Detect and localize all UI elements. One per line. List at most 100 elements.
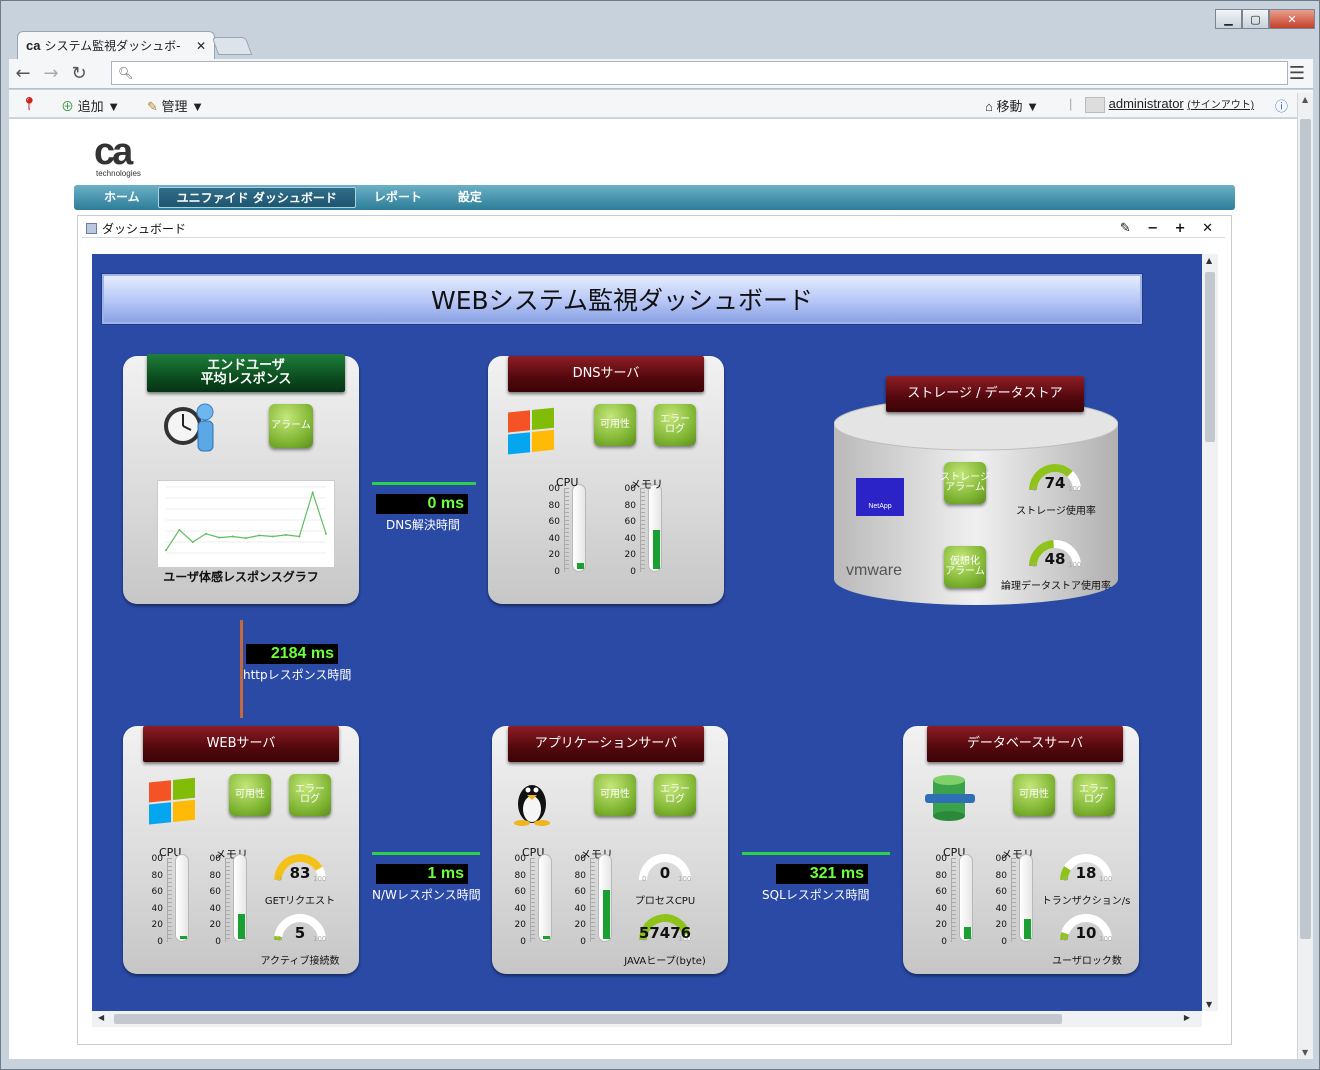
user-menu[interactable]: administrator (サインアウト) [1085, 96, 1254, 113]
close-tab-icon[interactable]: ✕ [196, 39, 206, 53]
dns-cpu-label: CPU [556, 476, 579, 489]
clock-user-icon [164, 403, 214, 452]
meter-tick-label: 80 [209, 870, 221, 881]
scroll-up-icon[interactable]: ▲ [1206, 256, 1212, 265]
scroll-thumb[interactable] [1300, 119, 1311, 939]
transaction-value: 18 [1075, 864, 1097, 882]
database-icon [925, 775, 975, 821]
response-point [191, 541, 194, 543]
app-availability-button[interactable]: 可用性 [594, 774, 636, 816]
page-scrollbar[interactable]: ▲ ▼ [1297, 93, 1313, 1059]
help-icon[interactable]: ⓘ [1275, 96, 1288, 115]
username-link[interactable]: administrator [1109, 96, 1184, 111]
signout-link[interactable]: (サインアウト) [1187, 100, 1254, 111]
meter-tick-label: 60 [514, 887, 526, 897]
nav-settings[interactable]: 設定 [440, 187, 500, 208]
dns-errorlog-button[interactable]: エラー ログ [654, 404, 696, 446]
dns-time-value: 0 ms [376, 494, 468, 514]
db-availability-button[interactable]: 可用性 [1013, 774, 1055, 816]
address-bar[interactable]: 🔍︎ [111, 61, 1288, 85]
virtualization-alarm-button[interactable]: 仮想化 アラーム [944, 546, 986, 588]
dashboard-vertical-scrollbar[interactable]: ▲ ▼ [1202, 254, 1218, 1011]
meter-tick-label: 40 [514, 903, 526, 914]
user-lock-label: ユーザロック数 [1052, 956, 1122, 967]
maximize-button[interactable]: ▢ [1242, 9, 1269, 29]
web-cpu-meter: 00 80 60 40 20 0 [152, 854, 197, 947]
new-tab-button[interactable] [211, 37, 253, 55]
meter-tick-label: 80 [151, 870, 163, 881]
scroll-up-icon[interactable]: ▲ [1302, 95, 1308, 104]
nw-connector [372, 852, 480, 855]
nav-unified-dashboard[interactable]: ユニファイド ダッシュボード [157, 187, 356, 208]
nav-report[interactable]: レポート [356, 187, 440, 208]
reload-icon[interactable]: ↻ [65, 63, 93, 84]
user-response-graph [157, 480, 335, 568]
meter-tick-label: 40 [935, 903, 947, 914]
manage-menu[interactable]: ✎ 管理 ▼ [147, 96, 204, 115]
meter-tick-label: 40 [151, 903, 163, 914]
meter-tick-label: 80 [548, 500, 560, 511]
portlet-tools[interactable]: ✎ − + ✕ [1120, 221, 1219, 236]
sql-time-value: 321 ms [776, 864, 868, 884]
nav-home[interactable]: ホーム [86, 187, 158, 208]
active-conn-label: アクティブ接続数 [260, 956, 340, 967]
dns-availability-button[interactable]: 可用性 [594, 404, 636, 446]
alarm-button[interactable]: アラーム [269, 404, 313, 448]
java-heap-value: 57476 [638, 924, 692, 942]
meter-tick-label: 60 [574, 887, 586, 897]
meter-tick-label: 0 [630, 566, 636, 577]
response-point [271, 535, 274, 538]
forward-icon[interactable]: → [37, 63, 65, 84]
meter-fill [180, 935, 187, 939]
response-point [325, 532, 327, 535]
response-point [311, 491, 314, 494]
user-lock-value: 10 [1075, 924, 1097, 942]
meter-tick-label: 00 [935, 854, 947, 864]
logical-datastore-label: 論理データストア使用率 [1001, 581, 1111, 592]
scroll-down-icon[interactable]: ▼ [1302, 1048, 1308, 1057]
meter-tick-label: 20 [151, 920, 163, 930]
browser-tab[interactable]: ca システム監視ダッシュボ- ✕ [17, 31, 215, 59]
meter-tick-label: 0 [520, 936, 526, 947]
pin-icon[interactable]: 📍︎ [21, 96, 38, 112]
web-availability-button[interactable]: 可用性 [229, 774, 271, 816]
scroll-thumb[interactable] [1205, 272, 1215, 442]
db-errorlog-button[interactable]: エラー ログ [1073, 774, 1115, 816]
add-icon: ⊕ [61, 99, 75, 114]
meter-tick-label: 00 [151, 854, 163, 864]
dashboard-horizontal-scrollbar[interactable]: ◀ ▶ [92, 1011, 1202, 1027]
scroll-down-icon[interactable]: ▼ [1206, 1000, 1212, 1009]
minimize-button[interactable]: ▁ [1215, 9, 1242, 29]
dashboard-canvas: WEBシステム監視ダッシュボード エンドユーザ 平均レスポンス アラーム ユーザ… [92, 254, 1202, 1011]
netapp-logo: NetApp [856, 478, 904, 516]
logical-datastore-value: 48 [1044, 550, 1066, 568]
scroll-thumb[interactable] [114, 1014, 1062, 1024]
divider: | [1069, 96, 1073, 111]
scroll-left-icon[interactable]: ◀ [98, 1013, 104, 1022]
storage-alarm-button[interactable]: ストレージ アラーム [940, 462, 990, 504]
back-icon[interactable]: ← [9, 63, 37, 84]
http-time-value: 2184 ms [246, 644, 338, 664]
meter-fill [653, 529, 660, 569]
meter-tick-label: 00 [514, 854, 526, 864]
app-mem-meter: 00 80 60 40 20 0 [575, 854, 620, 947]
close-window-button[interactable]: ✕ [1269, 9, 1315, 29]
meter-tick-label: 0 [1001, 936, 1007, 947]
dns-panel: DNSサーバ 可用性 エラー ログ 00 80 60 40 20 0 00 80 60 40 20… [488, 356, 724, 604]
add-menu[interactable]: ⊕ 追加 ▼ [61, 96, 120, 115]
response-point [165, 549, 167, 552]
meter-tick-label: 60 [624, 517, 636, 527]
windows-logo-icon [508, 407, 556, 456]
app-errorlog-button[interactable]: エラー ログ [654, 774, 696, 816]
meter-tube [572, 484, 586, 572]
meter-tick-label: 80 [514, 870, 526, 881]
enduser-header: エンドユーザ 平均レスポンス [147, 354, 345, 392]
scroll-right-icon[interactable]: ▶ [1184, 1013, 1190, 1022]
nw-time-value: 1 ms [376, 864, 468, 884]
web-errorlog-button[interactable]: エラー ログ [289, 774, 331, 816]
graph-label: ユーザ体感レスポンスグラフ [163, 570, 319, 584]
menu-icon[interactable]: ☰ [1289, 63, 1305, 84]
meter-tick-label: 20 [548, 550, 560, 560]
move-menu[interactable]: ⌂ 移動 ▼ [985, 96, 1039, 115]
meter-fill [577, 563, 584, 569]
